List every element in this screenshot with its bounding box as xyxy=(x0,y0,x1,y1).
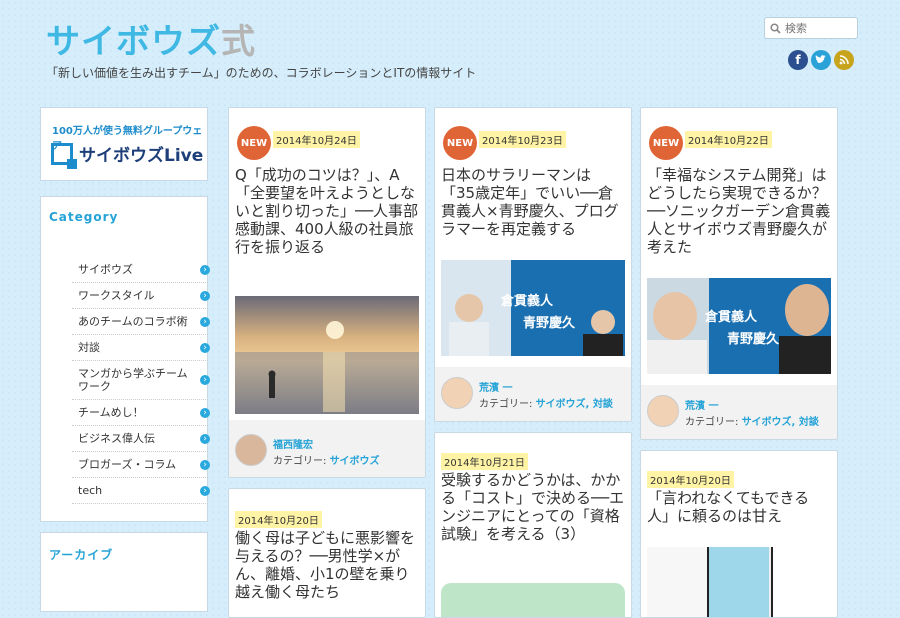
category-item[interactable]: ビジネス偉人伝 xyxy=(72,426,210,452)
logo-main-text: サイボウズ xyxy=(46,22,221,62)
cybozu-live-logo-icon xyxy=(51,142,77,169)
article-card[interactable]: NEW 2014年10月22日 「幸福なシステム開発」はどうしたら実現できるか？… xyxy=(640,107,838,440)
category-item[interactable]: マンガから学ぶチームワーク xyxy=(72,361,210,400)
thumbnail-caption: 青野慶久 xyxy=(727,332,780,347)
category-label: カテゴリー: xyxy=(685,417,739,428)
category-box: Category サイボウズ ワークスタイル あのチームのコラボ術 対談 マンガ… xyxy=(40,196,210,522)
banner-name: サイボウズLive xyxy=(79,146,204,166)
article-card[interactable]: 2014年10月20日 「言われなくてもできる人」に頼るのは甘え xyxy=(640,450,838,618)
new-badge: NEW xyxy=(237,126,271,160)
author-name[interactable]: 福西隆宏 xyxy=(273,436,313,451)
author-name[interactable]: 荒濱 一 xyxy=(685,397,718,412)
category-item[interactable]: チームめし！ xyxy=(72,400,210,426)
article-categories: カテゴリー: サイボウズ, 対談 xyxy=(479,395,613,410)
category-item[interactable]: あのチームのコラボ術 xyxy=(72,309,210,335)
category-link[interactable]: サイボウズ, 対談 xyxy=(536,399,613,410)
person-photo xyxy=(653,292,697,340)
site-tagline: 「新しい価値を生み出すチーム」のための、コラボレーションとITの情報サイト xyxy=(46,66,477,80)
article-title[interactable]: Q「成功のコツは？」、A「全要望を叶えようとしないと割り切った」──人事部感動課… xyxy=(235,166,419,256)
article-date: 2014年10月22日 xyxy=(685,131,772,148)
search-box xyxy=(764,17,858,39)
category-link[interactable]: サイボウズ xyxy=(330,456,380,467)
thumbnail-caption: 倉貫義人 xyxy=(705,310,758,325)
category-item[interactable]: ブロガーズ・コラム xyxy=(72,452,210,478)
category-item[interactable]: ワークスタイル xyxy=(72,283,210,309)
article-title[interactable]: 日本のサラリーマンは「35歳定年」でいい──倉貫義人×青野慶久、プログラマーを再… xyxy=(441,166,625,238)
person-photo xyxy=(583,334,623,356)
article-thumbnail[interactable] xyxy=(235,296,419,414)
social-links: f xyxy=(788,50,854,70)
article-card[interactable]: NEW 2014年10月24日 Q「成功のコツは？」、A「全要望を叶えようとしな… xyxy=(228,107,426,478)
author-avatar[interactable] xyxy=(235,434,267,466)
article-card[interactable]: 2014年10月20日 働く母は子どもに悪影響を与えるの？──男性学×がん、離婚… xyxy=(228,488,426,618)
banner-logo: サイボウズLive xyxy=(51,141,204,169)
manga-panel xyxy=(771,547,831,617)
twitter-icon[interactable] xyxy=(811,50,831,70)
person-photo xyxy=(647,340,707,374)
article-categories: カテゴリー: サイボウズ xyxy=(273,452,380,467)
archive-box: アーカイブ xyxy=(40,532,208,612)
article-thumbnail[interactable] xyxy=(647,547,831,617)
site-logo[interactable]: サイボウズ式 xyxy=(46,14,256,63)
author-avatar[interactable] xyxy=(441,377,473,409)
manga-panel xyxy=(647,547,709,617)
thumbnail-caption: 倉貫義人 xyxy=(501,294,554,309)
category-label: カテゴリー: xyxy=(479,399,533,410)
manga-panel xyxy=(709,547,769,617)
new-badge: NEW xyxy=(649,126,683,160)
article-thumbnail[interactable]: 倉貫義人 青野慶久 xyxy=(441,260,625,356)
category-list: サイボウズ ワークスタイル あのチームのコラボ術 対談 マンガから学ぶチームワー… xyxy=(72,257,210,504)
archive-heading: アーカイブ xyxy=(49,548,114,562)
article-title[interactable]: 働く母は子どもに悪影響を与えるの？──男性学×がん、離婚、小1の壁を乗り越え働く… xyxy=(235,529,419,601)
cybozu-live-banner[interactable]: 100万人が使う無料グループウェア サイボウズLive xyxy=(40,107,208,181)
new-badge: NEW xyxy=(443,126,477,160)
logo-sub-text: 式 xyxy=(221,22,256,62)
category-link[interactable]: サイボウズ, 対談 xyxy=(742,417,819,428)
category-label: カテゴリー: xyxy=(273,456,327,467)
article-card[interactable]: NEW 2014年10月23日 日本のサラリーマンは「35歳定年」でいい──倉貫… xyxy=(434,107,632,422)
person-photo xyxy=(779,336,831,374)
article-footer: 福西隆宏 カテゴリー: サイボウズ xyxy=(229,420,425,477)
article-footer: 荒濱 一 カテゴリー: サイボウズ, 対談 xyxy=(641,385,837,439)
category-item[interactable]: tech xyxy=(72,478,210,504)
category-item[interactable]: サイボウズ xyxy=(72,257,210,283)
category-item[interactable]: 対談 xyxy=(72,335,210,361)
facebook-icon[interactable]: f xyxy=(788,50,808,70)
article-title[interactable]: 受験するかどうかは、かかる「コスト」で決める──エンジニアにとっての「資格試験」… xyxy=(441,471,625,543)
article-footer: 荒濱 一 カテゴリー: サイボウズ, 対談 xyxy=(435,367,631,421)
author-avatar[interactable] xyxy=(647,395,679,427)
thumbnail-caption: 青野慶久 xyxy=(523,316,576,331)
person-photo xyxy=(591,310,615,334)
category-heading: Category xyxy=(49,210,119,224)
rss-icon[interactable] xyxy=(834,50,854,70)
search-icon xyxy=(767,17,783,39)
article-title[interactable]: 「言われなくてもできる人」に頼るのは甘え xyxy=(647,489,831,525)
article-date: 2014年10月23日 xyxy=(479,131,566,148)
article-date: 2014年10月20日 xyxy=(235,511,322,528)
article-date: 2014年10月20日 xyxy=(647,471,734,488)
article-thumbnail[interactable]: 倉貫義人 青野慶久 xyxy=(647,278,831,374)
author-name[interactable]: 荒濱 一 xyxy=(479,379,512,394)
person-photo xyxy=(449,322,489,356)
article-date: 2014年10月21日 xyxy=(441,453,528,470)
article-categories: カテゴリー: サイボウズ, 対談 xyxy=(685,413,819,428)
person-photo xyxy=(785,284,829,336)
article-title[interactable]: 「幸福なシステム開発」はどうしたら実現できるか？──ソニックガーデン倉貫義人とサ… xyxy=(647,166,831,256)
person-photo xyxy=(455,294,483,322)
article-date: 2014年10月24日 xyxy=(273,131,360,148)
article-thumbnail[interactable] xyxy=(441,583,625,617)
article-card[interactable]: 2014年10月21日 受験するかどうかは、かかる「コスト」で決める──エンジニ… xyxy=(434,432,632,618)
search-input[interactable] xyxy=(783,21,855,35)
